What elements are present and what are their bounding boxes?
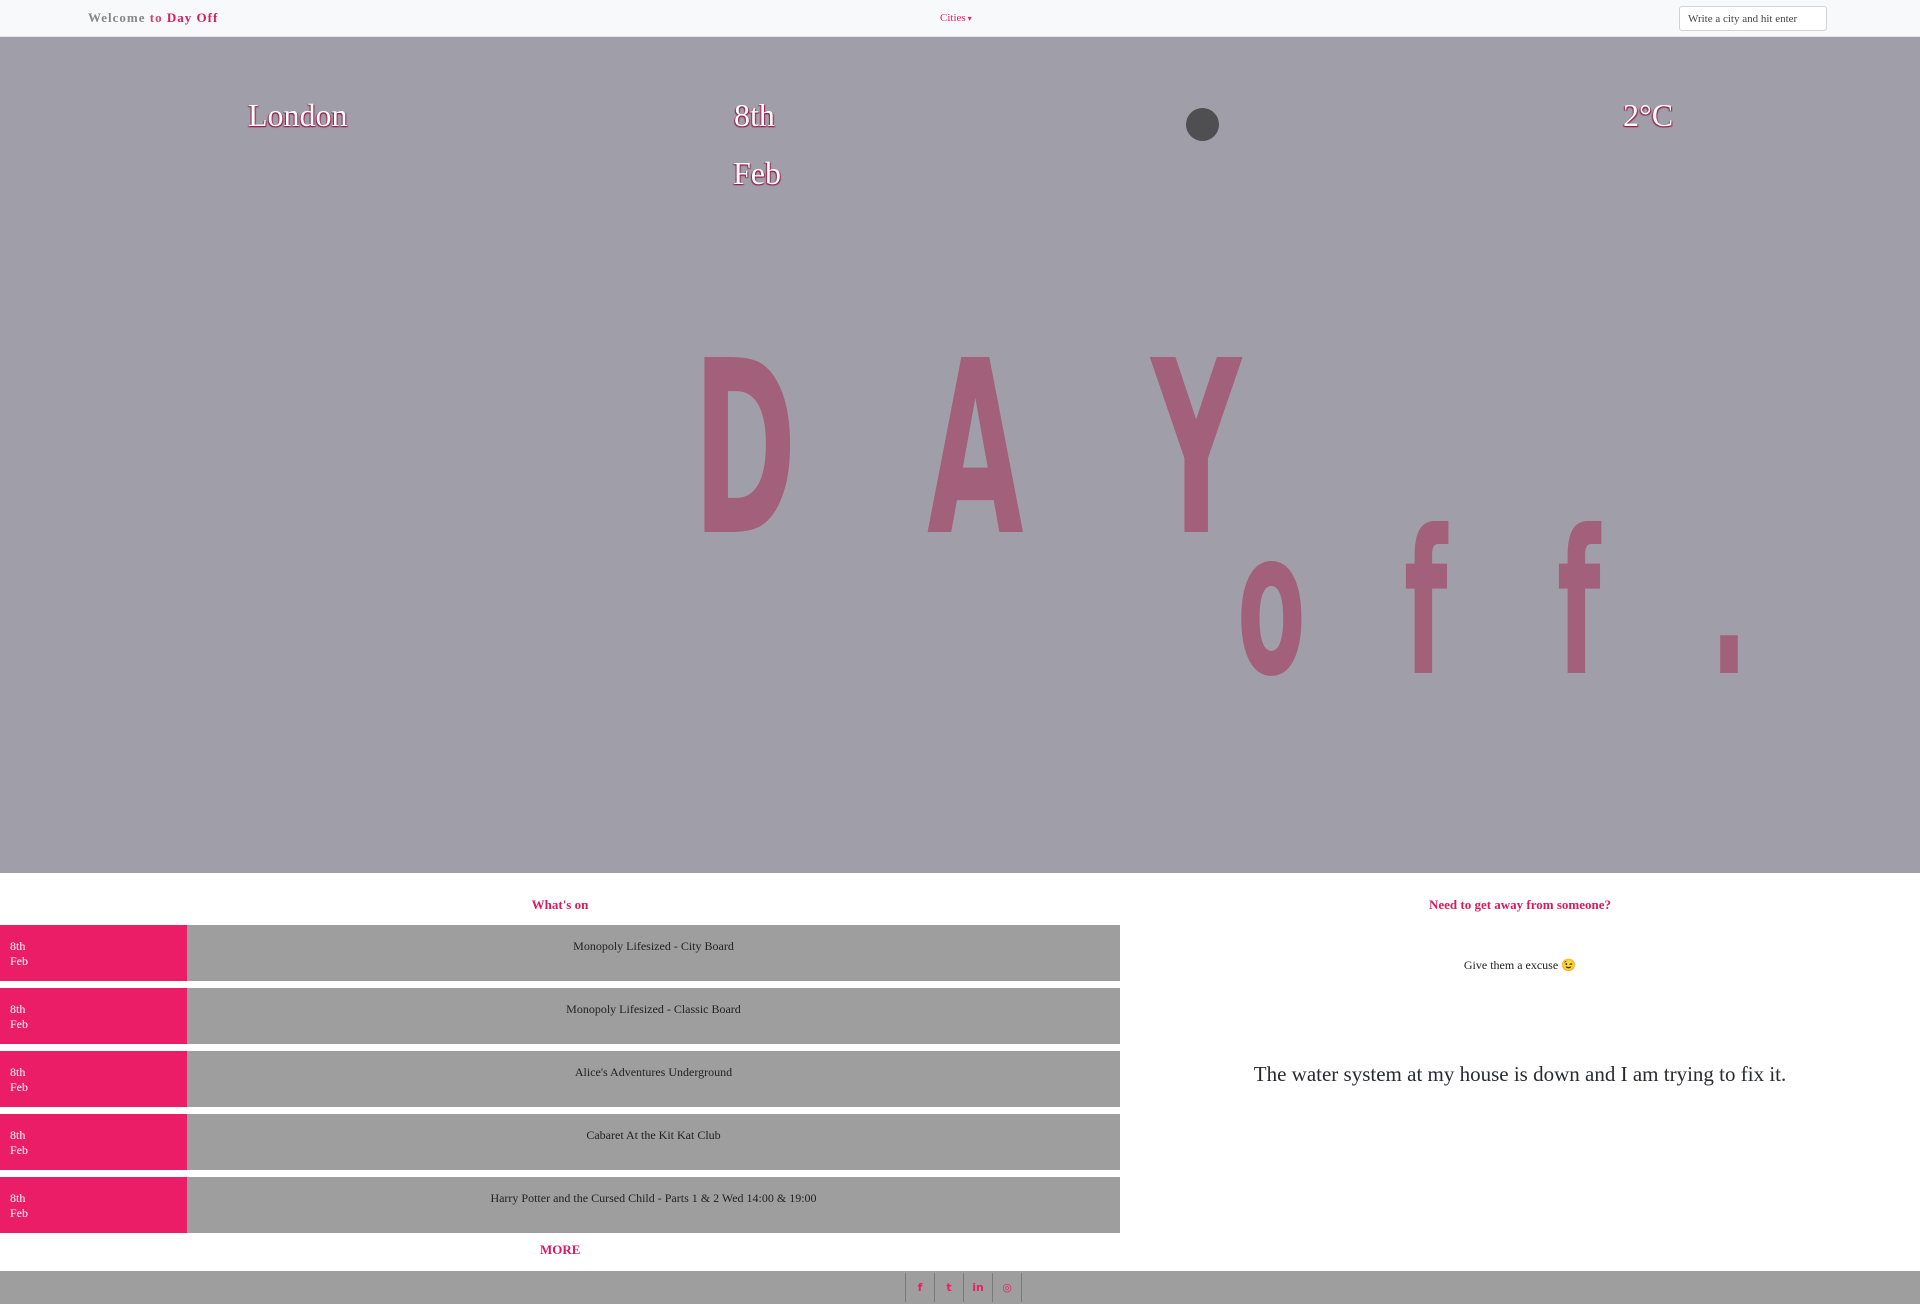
event-date: 8th Feb [0,1051,187,1107]
excuse-lead: Give them a excuse 😉 [1463,958,1577,972]
event-day: 8th [10,939,26,953]
navbar: Welcome to Day Off Cities ▾ [0,0,1920,37]
event-date: 8th Feb [0,1114,187,1170]
event-date: 8th Feb [0,925,187,981]
logo-period: . [1710,488,1748,721]
cities-label: Cities [940,12,966,24]
event-month: Feb [10,954,28,968]
event-name: Cabaret At the Kit Kat Club [187,1114,1120,1170]
twitter-icon[interactable]: t [935,1273,964,1302]
brand-welcome: Welcome [88,10,146,25]
event-row[interactable]: 8th Feb Monopoly Lifesized - City Board [0,925,1120,981]
social-links: f t in ◎ [905,1273,1022,1302]
event-month: Feb [10,1206,28,1220]
event-row[interactable]: 8th Feb Alice's Adventures Underground [0,1051,1120,1107]
event-day: 8th [10,1002,26,1016]
excuse-title: Need to get away from someone? [1428,897,1612,912]
event-name: Monopoly Lifesized - City Board [187,925,1120,981]
event-name: Harry Potter and the Cursed Child - Part… [187,1177,1120,1233]
event-month: Feb [10,1143,28,1157]
event-name: Alice's Adventures Underground [187,1051,1120,1107]
date-month: Feb [733,155,781,191]
more-link[interactable]: MORE [540,1242,580,1258]
event-day: 8th [10,1065,26,1079]
logo-letter-a: A [927,309,1024,589]
event-row[interactable]: 8th Feb Cabaret At the Kit Kat Club [0,1114,1120,1170]
github-icon[interactable]: ◎ [993,1273,1022,1302]
logo-letter-d: D [693,309,797,589]
logo-letter-f2: f [1557,488,1601,721]
logo-letter-o: o [1237,488,1306,721]
hero: London 8th Feb 2°C D A Y o f f . [0,37,1920,873]
logo-letter-f1: f [1404,488,1448,721]
footer: f t in ◎ [0,1271,1920,1304]
whats-on-title: What's on [531,897,589,912]
event-day: 8th [10,1191,26,1205]
brand-name: Day Off [166,10,219,25]
moon-icon [1186,108,1219,141]
event-row[interactable]: 8th Feb Harry Potter and the Cursed Chil… [0,1177,1120,1233]
event-month: Feb [10,1017,28,1031]
facebook-icon[interactable]: f [906,1273,935,1302]
event-date: 8th Feb [0,1177,187,1233]
caret-down-icon: ▾ [967,13,972,23]
event-date: 8th Feb [0,988,187,1044]
temperature: 2°C [1623,97,1674,133]
excuse-text: The water system at my house is down and… [1253,1062,1787,1086]
date-day: 8th [734,97,775,133]
event-row[interactable]: 8th Feb Monopoly Lifesized - Classic Boa… [0,988,1120,1044]
city-search-input[interactable] [1679,6,1827,31]
linkedin-icon[interactable]: in [964,1273,993,1302]
logo-letter-y: Y [1151,309,1242,589]
brand-to: to [149,10,163,25]
event-month: Feb [10,1080,28,1094]
city-name: London [248,97,348,133]
event-day: 8th [10,1128,26,1142]
brand[interactable]: Welcome to Day Off [88,10,218,26]
cities-dropdown[interactable]: Cities ▾ [940,12,972,24]
event-name: Monopoly Lifesized - Classic Board [187,988,1120,1044]
